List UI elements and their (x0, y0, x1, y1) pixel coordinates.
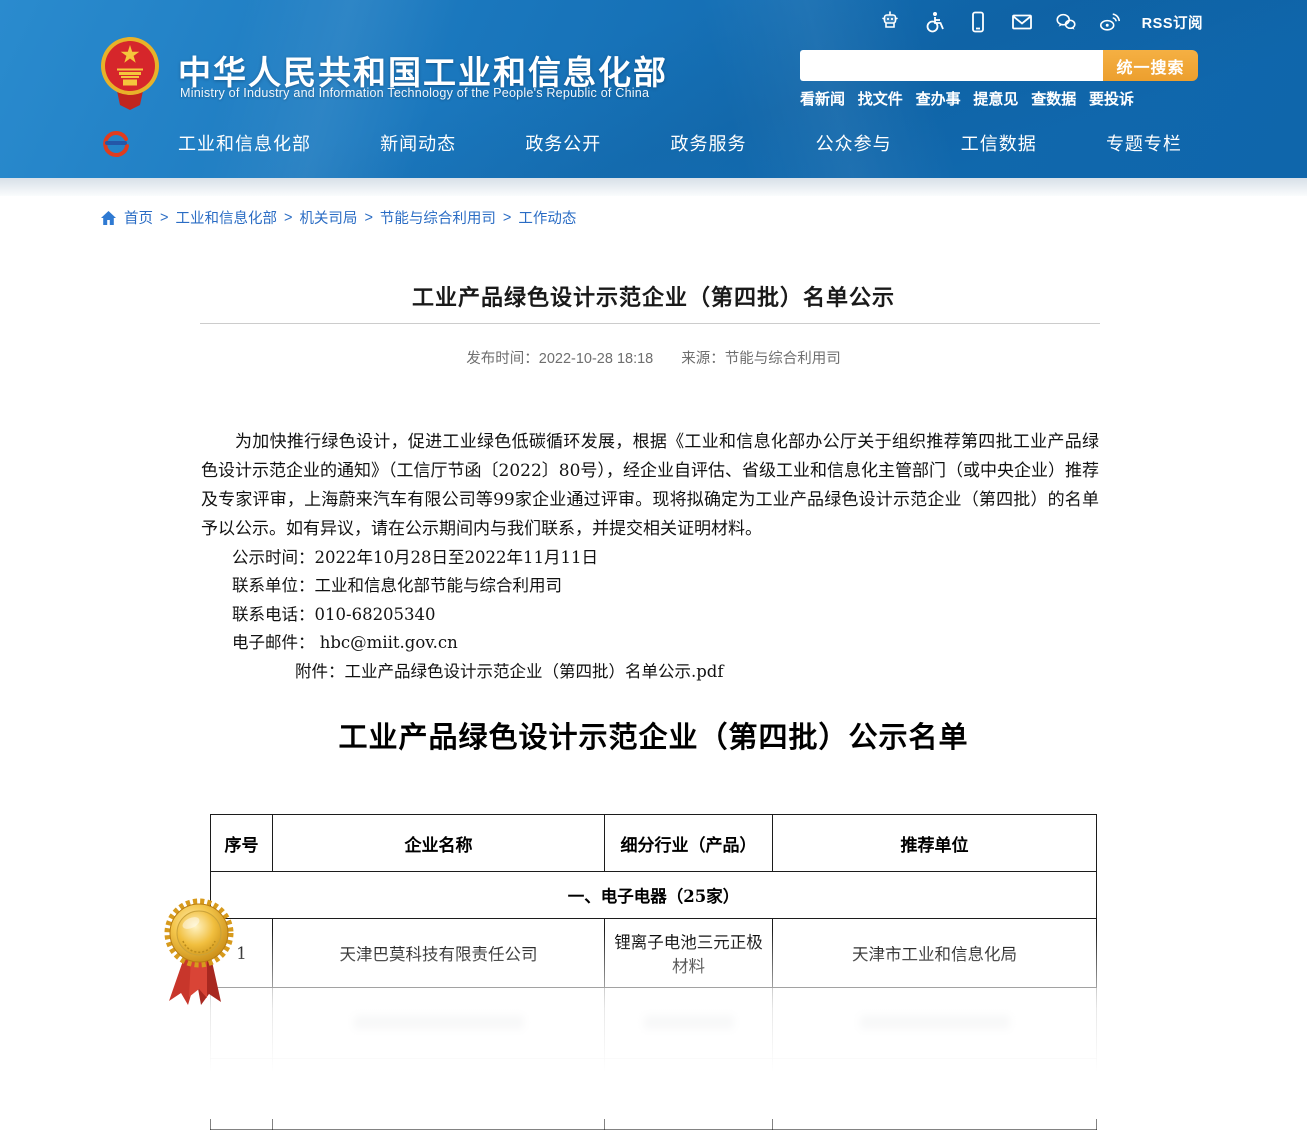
quick-link-feedback[interactable]: 提意见 (973, 88, 1018, 109)
breadcrumb-separator: > (160, 210, 168, 226)
info-line-email: 电子邮件： hbc@miit.gov.cn (232, 629, 598, 657)
col-header-company: 企业名称 (273, 815, 605, 872)
article-paragraph: 为加快推行绿色设计，促进工业绿色低碳循环发展，根据《工业和信息化部办公厅关于组织… (201, 428, 1099, 544)
wechat-icon[interactable] (1054, 10, 1078, 34)
source: 来源：节能与综合利用司 (681, 351, 841, 367)
banner-bottom-gradient (0, 178, 1307, 196)
col-header-recommender: 推荐单位 (773, 815, 1097, 872)
table-header-row: 序号 企业名称 细分行业（产品） 推荐单位 (211, 815, 1097, 872)
breadcrumb-separator: > (364, 210, 372, 226)
unified-search-button[interactable]: 统一搜索 (1103, 50, 1198, 81)
cell-company: 天津巴莫科技有限责任公司 (273, 919, 605, 988)
nav-item-gov-service[interactable]: 政务服务 (670, 130, 746, 156)
quick-links-row: 看新闻 找文件 查办事 提意见 查数据 要投诉 (800, 88, 1134, 109)
nav-item-news[interactable]: 新闻动态 (380, 130, 456, 156)
breadcrumb-separator: > (503, 210, 511, 226)
col-header-industry: 细分行业（产品） (605, 815, 773, 872)
info-line-unit: 联系单位：工业和信息化部节能与综合利用司 (232, 572, 598, 600)
breadcrumb-miit[interactable]: 工业和信息化部 (175, 207, 277, 228)
topbar-icon-row: RSS订阅 (878, 8, 1203, 36)
cell-recommender: 天津市工业和信息化局 (773, 919, 1097, 988)
quick-link-complaint[interactable]: 要投诉 (1089, 88, 1134, 109)
breadcrumb-separator: > (284, 210, 292, 226)
mail-icon[interactable] (1010, 10, 1034, 34)
article-info-block: 公示时间：2022年10月28日至2022年11月11日 联系单位：工业和信息化… (232, 544, 598, 657)
breadcrumb: 首页 > 工业和信息化部 > 机关司局 > 节能与综合利用司 > 工作动态 (100, 207, 576, 228)
publish-time: 发布时间：2022-10-28 18:18 (466, 351, 653, 367)
miit-swirl-icon (101, 128, 131, 158)
title-divider (200, 323, 1100, 324)
home-icon[interactable] (100, 210, 117, 226)
nav-item-topics[interactable]: 专题专栏 (1106, 130, 1182, 156)
table-row: 1 天津巴莫科技有限责任公司 锂离子电池三元正极材料 天津市工业和信息化局 (211, 919, 1097, 988)
nav-item-miit[interactable]: 工业和信息化部 (178, 130, 311, 156)
award-medal-icon (161, 897, 237, 1015)
rss-subscribe-link[interactable]: RSS订阅 (1142, 12, 1203, 33)
site-subtitle: Ministry of Industry and Information Tec… (180, 86, 649, 100)
table-section-row: 一、电子电器（25家） (211, 872, 1097, 919)
accessibility-icon[interactable] (922, 10, 946, 34)
breadcrumb-departments[interactable]: 机关司局 (299, 207, 357, 228)
main-nav: 工业和信息化部 新闻动态 政务公开 政务服务 公众参与 工信数据 专题专栏 (178, 126, 1182, 160)
faded-row (211, 988, 1097, 1059)
col-header-index: 序号 (211, 815, 273, 872)
article-meta: 发布时间：2022-10-28 18:18 来源：节能与综合利用司 (0, 347, 1307, 368)
attachment-pdf-link[interactable]: 附件：工业产品绿色设计示范企业（第四批）名单公示.pdf (295, 658, 723, 682)
nav-item-public[interactable]: 公众参与 (816, 130, 892, 156)
quick-link-news[interactable]: 看新闻 (800, 88, 845, 109)
nav-item-data[interactable]: 工信数据 (961, 130, 1037, 156)
quick-link-services[interactable]: 查办事 (916, 88, 961, 109)
national-emblem-logo (99, 36, 161, 110)
cell-industry: 锂离子电池三元正极材料 (605, 919, 773, 988)
quick-link-data[interactable]: 查数据 (1031, 88, 1076, 109)
info-line-period: 公示时间：2022年10月28日至2022年11月11日 (232, 544, 598, 572)
weibo-icon[interactable] (1098, 10, 1122, 34)
nav-item-gov-open[interactable]: 政务公开 (525, 130, 601, 156)
info-line-phone: 联系电话：010-68205340 (232, 601, 598, 629)
unified-search-input[interactable] (800, 50, 1103, 81)
robot-icon[interactable] (878, 10, 902, 34)
breadcrumb-work-news[interactable]: 工作动态 (518, 207, 576, 228)
article-title: 工业产品绿色设计示范企业（第四批）名单公示 (0, 280, 1307, 312)
breadcrumb-energy-dept[interactable]: 节能与综合利用司 (380, 207, 496, 228)
quick-link-files[interactable]: 找文件 (858, 88, 903, 109)
breadcrumb-home[interactable]: 首页 (124, 207, 153, 228)
mobile-icon[interactable] (966, 10, 990, 34)
enterprise-table: 序号 企业名称 细分行业（产品） 推荐单位 一、电子电器（25家） 1 天津巴莫… (210, 814, 1097, 1130)
section-label: 一、电子电器（25家） (211, 872, 1097, 919)
list-heading: 工业产品绿色设计示范企业（第四批）公示名单 (0, 714, 1307, 756)
